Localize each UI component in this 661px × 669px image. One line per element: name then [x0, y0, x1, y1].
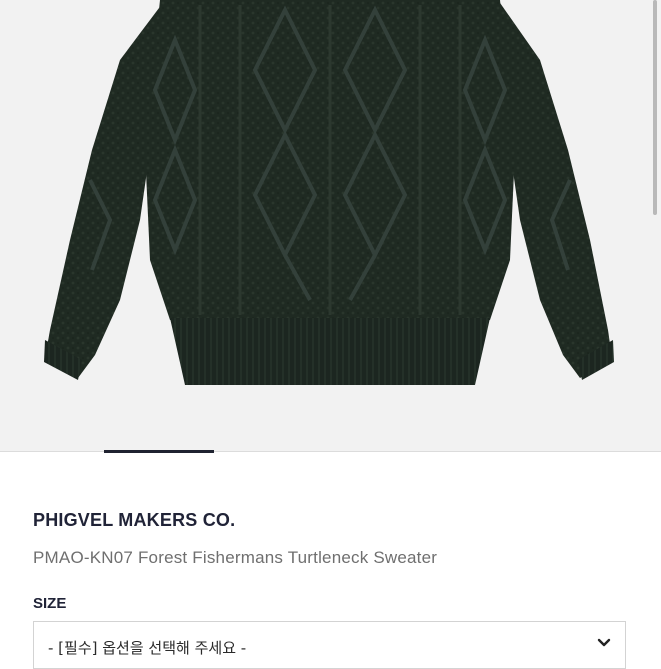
sweater-image [44, 0, 614, 385]
brand-name[interactable]: PHIGVEL MAKERS CO. [33, 510, 235, 531]
product-image[interactable] [0, 0, 661, 451]
size-select-value: - [필수] 옵션을 선택해 주세요 - [48, 639, 247, 657]
image-scrollbar[interactable] [653, 0, 657, 215]
product-name: PMAO-KN07 Forest Fishermans Turtleneck S… [33, 548, 438, 567]
size-select[interactable]: - [필수] 옵션을 선택해 주세요 - [33, 621, 626, 669]
chevron-down-icon [597, 638, 611, 647]
image-slide-indicator[interactable] [104, 450, 214, 453]
size-label: SIZE [33, 595, 67, 612]
divider [0, 451, 661, 452]
